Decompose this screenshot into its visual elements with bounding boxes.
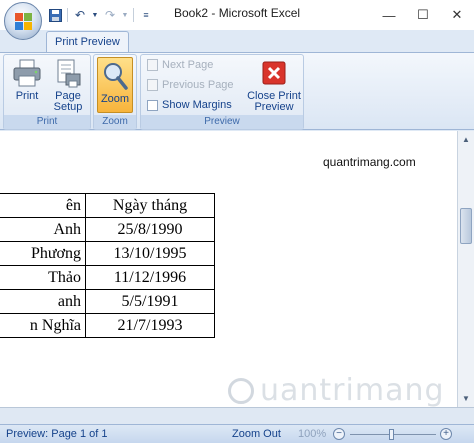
preview-group: Next Page Previous Page Show Margins Clo… <box>140 54 304 130</box>
preview-group-label: Preview <box>141 115 303 129</box>
redo-icon[interactable]: ↷ <box>103 8 117 22</box>
ribbon-tabs: Print Preview <box>0 30 474 52</box>
previous-page-icon <box>147 79 158 91</box>
scroll-down-icon[interactable]: ▼ <box>458 390 474 407</box>
watermark-text: uantrimang <box>260 373 445 407</box>
previous-page-button[interactable]: Previous Page <box>147 79 234 91</box>
date-cell: Ngày tháng <box>85 193 215 218</box>
undo-dropdown-icon[interactable]: ▼ <box>92 8 99 22</box>
minimize-icon[interactable]: — <box>372 0 406 30</box>
date-cell: 13/10/1995 <box>85 241 215 266</box>
customize-toolbar-icon[interactable]: ≡ <box>139 8 153 22</box>
print-group: Print Page Setup Print <box>3 54 91 130</box>
zoom-label: Zoom <box>100 93 130 105</box>
table-row: anh 5/5/1991 <box>0 289 215 314</box>
window-title: Book2 - Microsoft Excel <box>174 6 301 20</box>
zoom-in-icon[interactable]: + <box>440 428 452 440</box>
name-cell: Thảo <box>0 265 86 290</box>
horizontal-area <box>0 407 474 424</box>
vertical-scrollbar[interactable]: ▲ ▼ <box>457 131 474 407</box>
title-bar: ↶ ▼ ↷ ▼ ≡ Book2 - Microsoft Excel — ☐ ✕ <box>0 0 474 30</box>
name-cell: n Nghĩa <box>0 313 86 338</box>
status-bar: Preview: Page 1 of 1 Zoom Out 100% − + <box>0 424 474 443</box>
close-print-preview-button[interactable]: Close Print Preview <box>245 57 303 113</box>
zoom-group: Zoom Zoom <box>93 54 137 130</box>
ribbon: Print Page Setup Print Zoom Zoom Next Pa… <box>0 52 474 130</box>
toolbar-divider <box>67 8 68 22</box>
previous-page-label: Previous Page <box>162 79 234 91</box>
close-icon[interactable]: ✕ <box>440 0 474 30</box>
magnifier-icon <box>99 60 131 92</box>
preview-status: Preview: Page 1 of 1 <box>6 428 108 440</box>
zoom-button[interactable]: Zoom <box>97 57 133 113</box>
next-page-label: Next Page <box>162 59 214 71</box>
print-group-label: Print <box>4 115 90 129</box>
show-margins-checkbox[interactable]: Show Margins <box>147 99 232 111</box>
save-icon[interactable] <box>48 8 62 22</box>
print-label: Print <box>15 90 39 102</box>
table-row: Phương 13/10/1995 <box>0 241 215 266</box>
next-page-icon <box>147 59 158 71</box>
date-cell: 21/7/1993 <box>85 313 215 338</box>
zoom-group-label: Zoom <box>94 115 136 129</box>
table-row: ên Ngày tháng <box>0 193 215 218</box>
zoom-out-label: Zoom Out <box>232 428 281 440</box>
scroll-up-icon[interactable]: ▲ <box>458 131 474 148</box>
name-cell: ên <box>0 193 86 218</box>
name-cell: Phương <box>0 241 86 266</box>
close-preview-label: Close Print Preview <box>247 90 301 113</box>
name-cell: anh <box>0 289 86 314</box>
page-setup-button[interactable]: Page Setup <box>48 57 88 113</box>
date-cell: 5/5/1991 <box>85 289 215 314</box>
checkbox-icon[interactable] <box>147 99 158 111</box>
excel-window: ↶ ▼ ↷ ▼ ≡ Book2 - Microsoft Excel — ☐ ✕ … <box>0 0 474 443</box>
zoom-slider-knob[interactable] <box>389 429 394 440</box>
scroll-thumb[interactable] <box>460 208 472 244</box>
data-table: ên Ngày tháng Anh 25/8/1990 Phương 13/10/1995… <box>0 193 215 338</box>
printer-icon <box>11 57 43 89</box>
tab-print-preview[interactable]: Print Preview <box>46 31 129 52</box>
date-cell: 25/8/1990 <box>85 217 215 242</box>
page-preview[interactable]: quantrimang.com ên Ngày tháng Anh 25/8/1990… <box>0 131 457 407</box>
page-setup-icon <box>52 57 84 89</box>
print-button[interactable]: Print <box>8 57 46 102</box>
undo-icon[interactable]: ↶ <box>73 8 87 22</box>
redo-dropdown-icon[interactable]: ▼ <box>122 8 129 22</box>
name-cell: Anh <box>0 217 86 242</box>
table-row: Anh 25/8/1990 <box>0 217 215 242</box>
zoom-percent[interactable]: 100% <box>298 428 326 440</box>
page-setup-label: Page Setup <box>53 90 83 113</box>
table-row: n Nghĩa 21/7/1993 <box>0 313 215 338</box>
next-page-button[interactable]: Next Page <box>147 59 213 71</box>
watermark-logo-icon <box>228 377 254 404</box>
show-margins-label: Show Margins <box>162 99 232 111</box>
quick-access-toolbar: ↶ ▼ ↷ ▼ ≡ <box>48 7 153 23</box>
window-controls: — ☐ ✕ <box>372 0 474 30</box>
close-preview-icon <box>258 57 290 89</box>
watermark: uantrimang <box>228 373 445 407</box>
table-row: Thảo 11/12/1996 <box>0 265 215 290</box>
office-button[interactable] <box>4 2 42 40</box>
office-logo-icon <box>15 13 33 31</box>
zoom-out-icon[interactable]: − <box>333 428 345 440</box>
date-cell: 11/12/1996 <box>85 265 215 290</box>
page-header-text: quantrimang.com <box>323 155 416 169</box>
maximize-icon[interactable]: ☐ <box>406 0 440 30</box>
toolbar-divider <box>133 8 134 22</box>
